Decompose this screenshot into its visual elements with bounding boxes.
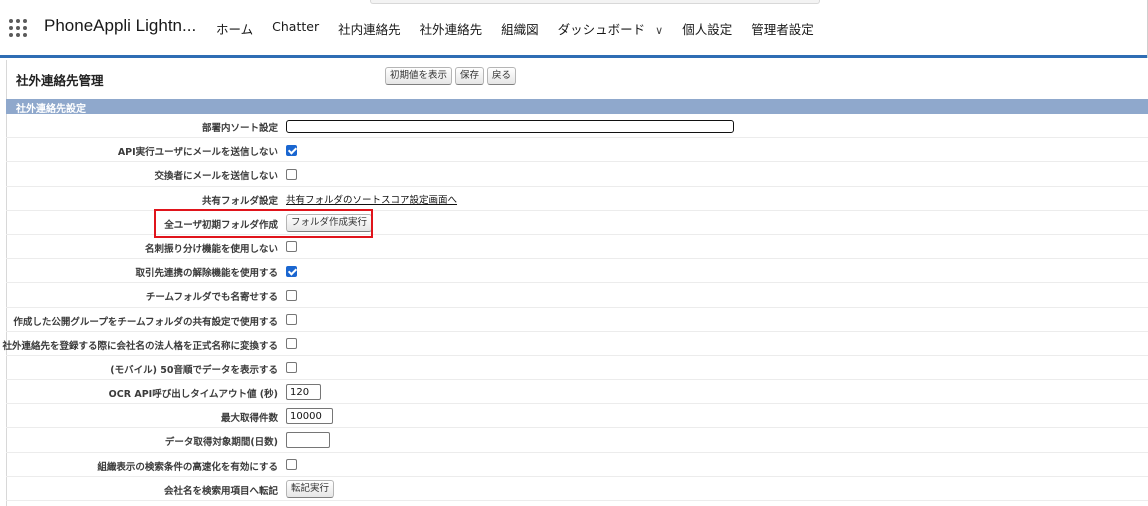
- app-launcher-icon[interactable]: [9, 19, 27, 37]
- field-label: 共有フォルダ設定: [201, 195, 278, 207]
- search-bar-edge: [370, 0, 820, 4]
- row-no-card-sort: 名刺振り分け機能を使用しない: [6, 235, 1148, 260]
- page-header: 社外連絡先管理 初期値を表示 保存 戻る: [6, 62, 1148, 92]
- row-mobile-50on: (モバイル) 50音順でデータを表示する: [6, 356, 1148, 381]
- tab-external-contacts[interactable]: 社外連絡先: [420, 19, 483, 38]
- nav-tabs: ホーム Chatter 社内連絡先 社外連絡先 組織図 ダッシュボード ∨ 個人設…: [216, 19, 833, 38]
- field-label: 名刺振り分け機能を使用しない: [144, 243, 278, 255]
- settings-form: 部署内ソート設定 API実行ユーザにメールを送信しない 交換者にメールを送信しな…: [2, 114, 1148, 501]
- section-header: 社外連絡先設定: [6, 99, 1148, 115]
- account-unlink-checkbox[interactable]: [286, 265, 297, 277]
- sort-in-dept-input[interactable]: [286, 119, 734, 133]
- row-org-search-fast: 組織表示の検索条件の高速化を有効にする: [6, 453, 1148, 477]
- shared-folder-sort-link[interactable]: 共有フォルダのソートスコア設定画面へ: [286, 192, 457, 206]
- row-exchanger-no-mail: 交換者にメールを送信しない: [6, 162, 1148, 187]
- field-label: データ取得対象期間(日数): [164, 437, 278, 449]
- row-account-unlink: 取引先連携の解除機能を使用する: [6, 259, 1148, 284]
- header-button-group: 初期値を表示 保存 戻る: [385, 67, 517, 85]
- mobile-50on-checkbox[interactable]: [286, 362, 297, 374]
- api-user-no-mail-checkbox[interactable]: [286, 144, 297, 156]
- row-public-group-share: 作成した公開グループをチームフォルダの共有設定で使用する: [6, 308, 1148, 332]
- field-label: チームフォルダでも名寄せする: [145, 292, 278, 304]
- field-label: (モバイル) 50音順でデータを表示する: [110, 364, 278, 376]
- show-defaults-button[interactable]: 初期値を表示: [385, 67, 453, 85]
- field-label: OCR API呼び出しタイムアウト値 (秒): [108, 389, 278, 401]
- row-shared-folder: 共有フォルダ設定 共有フォルダのソートスコア設定画面へ: [6, 187, 1148, 211]
- max-fetch-input[interactable]: [286, 408, 333, 425]
- field-label: 社外連絡先を登録する際に会社名の法人格を正式名称に変換する: [2, 340, 278, 352]
- transfer-button[interactable]: 転記実行: [286, 479, 335, 498]
- team-folder-gather-checkbox[interactable]: [286, 289, 297, 301]
- tab-org-chart[interactable]: 組織図: [501, 19, 539, 38]
- row-company-transfer: 会社名を検索用項目へ転記 転記実行: [6, 477, 1148, 501]
- app-name: PhoneAppli Lightn...: [44, 16, 197, 35]
- tab-chatter[interactable]: Chatter: [272, 19, 319, 38]
- save-button[interactable]: 保存: [455, 67, 485, 85]
- row-api-user-no-mail: API実行ユーザにメールを送信しない: [6, 138, 1148, 163]
- field-label: 取引先連携の解除機能を使用する: [135, 268, 278, 280]
- row-company-legal-name: 社外連絡先を登録する際に会社名の法人格を正式名称に変換する: [2, 332, 1148, 356]
- public-group-share-checkbox[interactable]: [286, 314, 297, 325]
- tab-internal-contacts[interactable]: 社内連絡先: [338, 19, 401, 38]
- tab-dashboard[interactable]: ダッシュボード ∨: [558, 19, 664, 38]
- page-title: 社外連絡先管理: [16, 73, 104, 88]
- field-label: 組織表示の検索条件の高速化を有効にする: [97, 461, 278, 473]
- tab-personal-settings[interactable]: 個人設定: [682, 19, 732, 38]
- tab-dashboard-label: ダッシュボード: [557, 22, 646, 37]
- row-ocr-timeout: OCR API呼び出しタイムアウト値 (秒): [6, 380, 1148, 405]
- field-label: 会社名を検索用項目へ転記: [163, 485, 278, 497]
- annotation-highlight-box: [154, 209, 373, 238]
- exchanger-no-mail-checkbox[interactable]: [286, 168, 297, 180]
- back-button[interactable]: 戻る: [487, 67, 517, 85]
- ocr-timeout-input[interactable]: [286, 384, 321, 401]
- tab-admin-settings[interactable]: 管理者設定: [751, 19, 814, 38]
- company-legal-name-checkbox[interactable]: [286, 338, 297, 350]
- field-label: 部署内ソート設定: [201, 123, 278, 134]
- no-card-sort-checkbox[interactable]: [286, 241, 297, 253]
- row-fetch-period: データ取得対象期間(日数): [6, 428, 1148, 453]
- row-team-folder-gather: チームフォルダでも名寄せする: [6, 283, 1148, 308]
- tab-home[interactable]: ホーム: [216, 19, 253, 38]
- org-search-fast-checkbox[interactable]: [286, 459, 297, 471]
- fetch-period-input[interactable]: [286, 432, 330, 449]
- global-header: PhoneAppli Lightn... ホーム Chatter 社内連絡先 社…: [0, 0, 1148, 58]
- field-label: 交換者にメールを送信しない: [154, 171, 278, 183]
- field-label: API実行ユーザにメールを送信しない: [117, 147, 278, 159]
- field-label: 作成した公開グループをチームフォルダの共有設定で使用する: [13, 316, 278, 328]
- chevron-down-icon[interactable]: ∨: [655, 24, 663, 37]
- section-title: 社外連絡先設定: [16, 104, 86, 115]
- row-max-fetch: 最大取得件数: [6, 404, 1148, 429]
- field-label: 最大取得件数: [220, 413, 278, 425]
- row-sort-in-dept: 部署内ソート設定: [6, 114, 1148, 139]
